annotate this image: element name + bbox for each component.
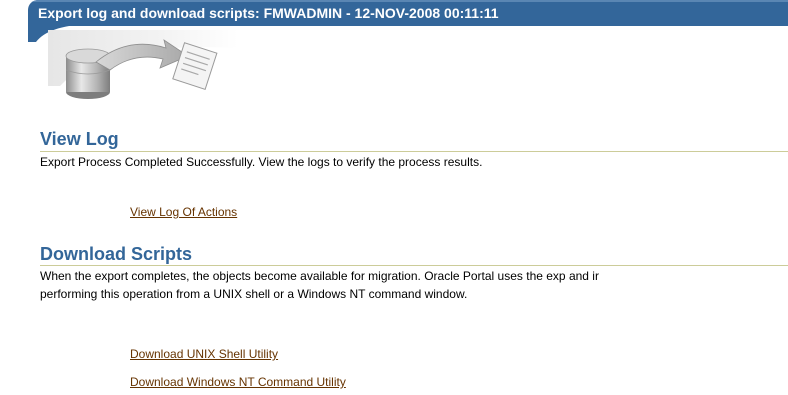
- download-unix-shell-utility-link[interactable]: Download UNIX Shell Utility: [130, 347, 278, 361]
- download-scripts-divider: [40, 265, 788, 266]
- download-windows-nt-command-utility-link[interactable]: Download Windows NT Command Utility: [130, 375, 346, 389]
- view-log-description: Export Process Completed Successfully. V…: [40, 155, 483, 169]
- download-scripts-description-line1: When the export completes, the objects b…: [40, 269, 599, 283]
- export-database-icon: [48, 30, 238, 99]
- export-log-page: Export log and download scripts: FMWADMI…: [0, 0, 788, 395]
- download-scripts-description-line2: performing this operation from a UNIX sh…: [40, 287, 468, 301]
- view-log-heading: View Log: [40, 129, 119, 149]
- page-header-bar: Export log and download scripts: FMWADMI…: [28, 0, 788, 26]
- download-scripts-heading: Download Scripts: [40, 244, 193, 264]
- page-title: Export log and download scripts: FMWADMI…: [38, 5, 499, 21]
- view-log-divider: [40, 151, 788, 152]
- view-log-of-actions-link[interactable]: View Log Of Actions: [130, 205, 237, 219]
